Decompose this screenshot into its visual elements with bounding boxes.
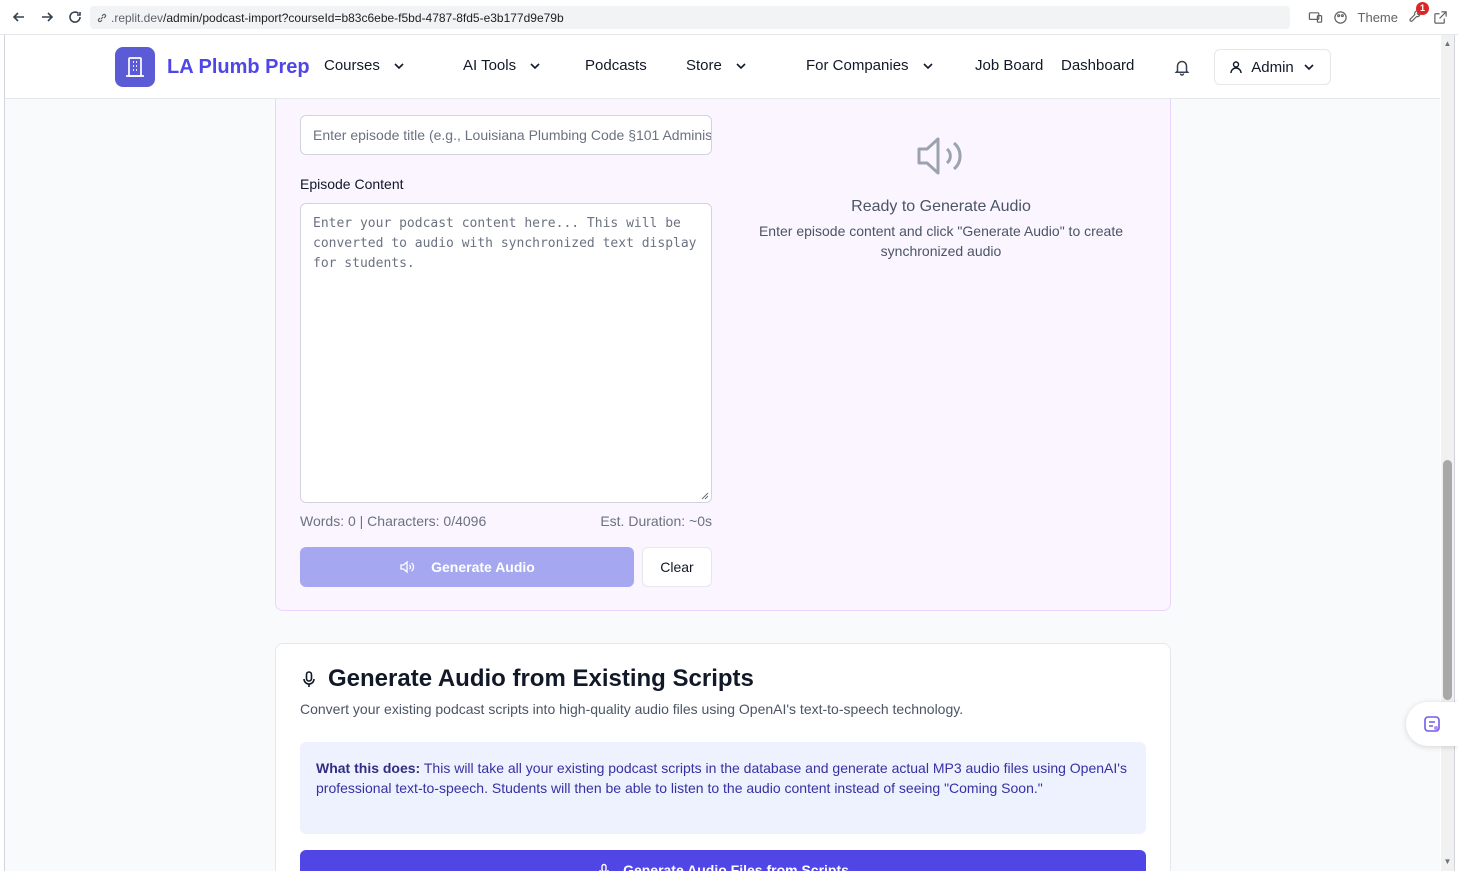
- page-viewport: LA Plumb Prep Courses AI Tools Podcasts …: [4, 35, 1440, 871]
- link-icon: [97, 13, 107, 22]
- ready-title: Ready to Generate Audio: [851, 198, 1031, 215]
- scroll-down-icon[interactable]: ▼: [1443, 857, 1452, 866]
- ready-description: Enter episode content and click "Generat…: [758, 223, 1124, 259]
- tools-button[interactable]: 1: [1408, 1, 1429, 27]
- chevron-down-icon: [922, 62, 933, 69]
- microphone-icon: [599, 863, 609, 871]
- nav-dashboard[interactable]: Dashboard: [1061, 57, 1134, 74]
- notification-badge: 1: [1416, 1, 1429, 15]
- admin-menu-button[interactable]: Admin: [1214, 49, 1331, 85]
- forward-icon[interactable]: [33, 3, 61, 31]
- section-title: Generate Audio from Existing Scripts: [300, 665, 754, 693]
- palette-icon[interactable]: [1333, 10, 1348, 25]
- logo-text: LA Plumb Prep: [167, 55, 310, 78]
- resize-grip-icon[interactable]: [701, 492, 709, 500]
- generate-from-scripts-label: Generate Audio Files from Scripts: [623, 862, 849, 871]
- nav-courses[interactable]: Courses: [324, 57, 406, 74]
- scroll-up-icon[interactable]: ▲: [1443, 39, 1452, 48]
- devices-icon[interactable]: [1308, 10, 1323, 25]
- episode-content-placeholder: Enter your podcast content here... This …: [313, 216, 697, 271]
- nav-job-board[interactable]: Job Board: [975, 57, 1043, 74]
- generate-audio-label: Generate Audio: [431, 559, 535, 575]
- info-box: What this does: This will take all your …: [300, 742, 1146, 834]
- estimated-duration: Est. Duration: ~0s: [600, 513, 712, 529]
- back-icon[interactable]: [5, 3, 33, 31]
- nav-dashboard-label: Dashboard: [1061, 57, 1135, 74]
- nav-store[interactable]: Store: [686, 57, 748, 74]
- reload-icon[interactable]: [61, 3, 89, 31]
- open-external-icon[interactable]: [1433, 10, 1448, 25]
- assistant-icon: [1424, 716, 1440, 732]
- building-icon: [115, 47, 155, 87]
- section-description: Convert your existing podcast scripts in…: [300, 701, 964, 717]
- chevron-down-icon: [530, 62, 540, 69]
- chevron-down-icon: [1304, 64, 1314, 71]
- logo[interactable]: LA Plumb Prep: [115, 47, 310, 87]
- nav-podcasts[interactable]: Podcasts: [585, 57, 647, 74]
- address-bar[interactable]: .replit.dev/admin/podcast-import?courseI…: [90, 6, 1290, 29]
- generate-audio-button[interactable]: Generate Audio: [300, 547, 634, 587]
- nav-courses-label: Courses: [324, 57, 380, 74]
- nav-podcasts-label: Podcasts: [585, 57, 647, 74]
- episode-content-textarea[interactable]: Enter your podcast content here... This …: [300, 203, 712, 503]
- episode-card: Enter episode title (e.g., Louisiana Plu…: [275, 75, 1171, 611]
- clear-button[interactable]: Clear: [642, 547, 712, 587]
- user-icon: [1230, 61, 1242, 74]
- nav-job-board-label: Job Board: [975, 57, 1044, 74]
- speaker-large-icon: [917, 137, 962, 175]
- scrollbar-thumb[interactable]: [1443, 460, 1452, 700]
- info-bold: What this does:: [316, 760, 421, 776]
- url-host: .replit.dev: [111, 10, 164, 25]
- nav-ai-tools[interactable]: AI Tools: [463, 57, 542, 74]
- microphone-icon: [303, 671, 315, 687]
- episode-title-input[interactable]: Enter episode title (e.g., Louisiana Plu…: [300, 115, 712, 155]
- nav-for-companies-label: For Companies: [806, 57, 909, 74]
- nav-store-label: Store: [686, 57, 722, 74]
- word-character-count: Words: 0 | Characters: 0/4096: [300, 513, 487, 529]
- section-title-text: Generate Audio from Existing Scripts: [328, 665, 754, 692]
- url-path: /admin/podcast-import?courseId=b83c6ebe-…: [163, 10, 564, 25]
- chevron-down-icon: [736, 62, 746, 69]
- chevron-down-icon: [394, 62, 404, 69]
- nav-ai-tools-label: AI Tools: [463, 57, 517, 74]
- browser-toolbar: .replit.dev/admin/podcast-import?courseI…: [0, 0, 1458, 35]
- nav-for-companies[interactable]: For Companies: [806, 57, 935, 74]
- episode-content-label: Episode Content: [300, 176, 404, 192]
- bell-icon[interactable]: [1173, 58, 1191, 76]
- existing-scripts-card: Generate Audio from Existing Scripts Con…: [275, 643, 1171, 871]
- admin-label: Admin: [1251, 58, 1294, 76]
- info-text: This will take all your existing podcast…: [316, 760, 1127, 796]
- theme-label[interactable]: Theme: [1358, 10, 1398, 25]
- speaker-icon: [400, 560, 415, 574]
- generate-from-scripts-button[interactable]: Generate Audio Files from Scripts: [300, 850, 1146, 871]
- app-header: LA Plumb Prep Courses AI Tools Podcasts …: [5, 35, 1440, 99]
- assistant-widget[interactable]: [1406, 702, 1458, 746]
